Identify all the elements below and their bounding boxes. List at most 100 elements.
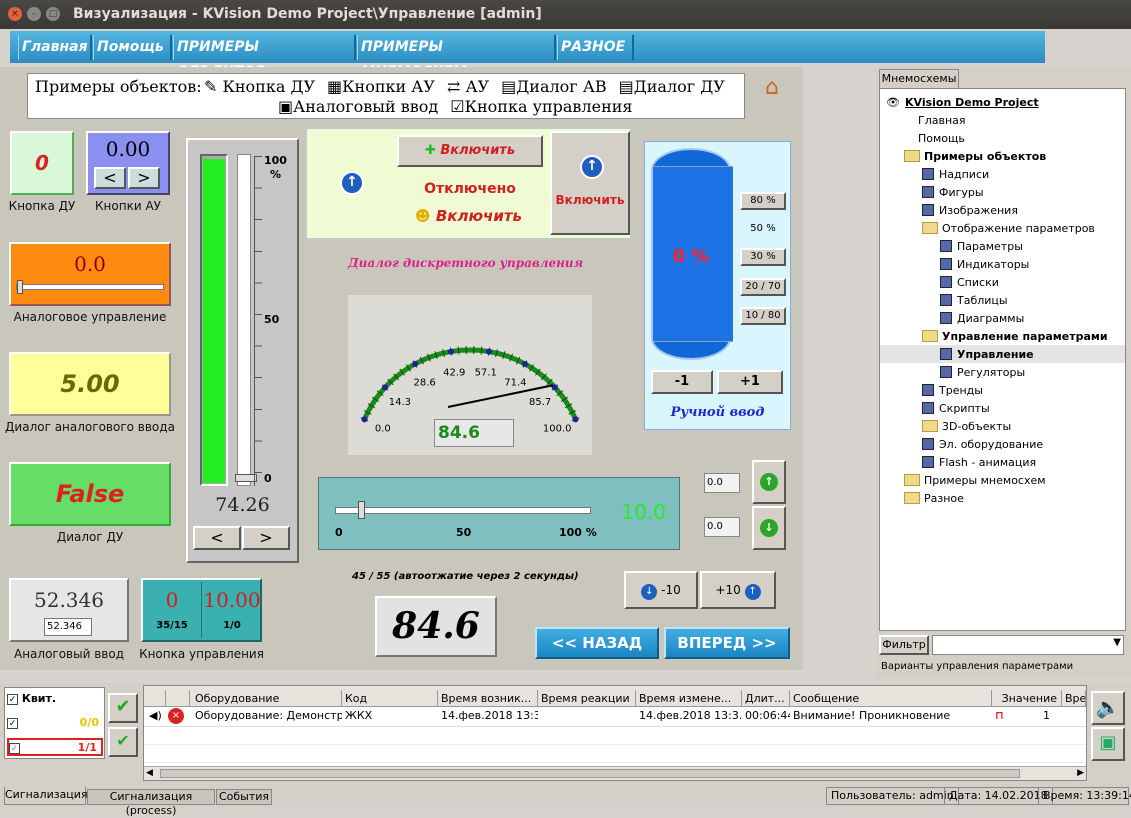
tree-item[interactable]: Изображения bbox=[922, 201, 1018, 219]
forward-button[interactable]: ВПЕРЕД >> bbox=[664, 627, 790, 659]
tree-item[interactable]: Управление параметрами bbox=[922, 327, 1108, 345]
tree-item[interactable]: Примеры объектов bbox=[904, 147, 1046, 165]
enable-right-button[interactable]: ↑ Включить bbox=[550, 131, 630, 235]
col-header[interactable]: Сообщение bbox=[790, 690, 992, 707]
tree-item[interactable]: 3D-объекты bbox=[922, 417, 1011, 435]
menu-item-help[interactable]: Помощь bbox=[93, 35, 172, 60]
preset-30-button[interactable]: 30 % bbox=[740, 248, 786, 266]
link-dialog-av[interactable]: ▤Диалог АВ bbox=[501, 77, 606, 96]
counter-row-2[interactable]: ✓1/1 bbox=[7, 738, 103, 756]
maximize-icon[interactable]: □ bbox=[46, 7, 60, 21]
smile-enable[interactable]: ☻ Включить bbox=[415, 207, 545, 225]
menu-item-object-examples[interactable]: ПРИМЕРЫ ОБЪЕКТОВ bbox=[173, 35, 356, 60]
menu-item-misc[interactable]: РАЗНОЕ bbox=[557, 35, 634, 60]
minimize-icon[interactable]: – bbox=[27, 7, 41, 21]
tree-item[interactable]: Разное bbox=[904, 489, 964, 507]
menu-item-scheme-examples[interactable]: ПРИМЕРЫ МНЕМОСХЕМ bbox=[357, 35, 556, 60]
tree-item[interactable]: Индикаторы bbox=[940, 255, 1029, 273]
stepper-bottom-field[interactable]: 0.0 bbox=[704, 517, 740, 537]
tree-item[interactable]: Параметры bbox=[940, 237, 1023, 255]
tree-item[interactable]: Скрипты bbox=[922, 399, 990, 417]
col-header[interactable]: Время измене... bbox=[636, 690, 742, 707]
tab-alarms[interactable]: Сигнализация bbox=[4, 787, 86, 805]
tree-item[interactable]: Помощь bbox=[904, 129, 965, 147]
col-header[interactable]: Код bbox=[342, 690, 438, 707]
back-button[interactable]: << НАЗАД bbox=[535, 627, 659, 659]
link-control-button[interactable]: ☑Кнопка управления bbox=[450, 97, 632, 116]
tree-item[interactable]: Диаграммы bbox=[940, 309, 1024, 327]
tree-item[interactable]: Регуляторы bbox=[940, 363, 1025, 381]
preset-80-button[interactable]: 80 % bbox=[740, 192, 786, 210]
tree-item[interactable]: Списки bbox=[940, 273, 999, 291]
filter-button[interactable]: Фильтр bbox=[879, 635, 929, 655]
vertical-increase-button[interactable]: > bbox=[242, 526, 290, 550]
stepper-top-field[interactable]: 0.0 bbox=[704, 473, 740, 493]
tree-item[interactable]: Примеры мнемосхем bbox=[904, 471, 1046, 489]
tank-plus-button[interactable]: +1 bbox=[717, 370, 783, 394]
col-header[interactable]: Оборудование bbox=[192, 690, 342, 707]
tree-item[interactable]: Надписи bbox=[922, 165, 989, 183]
link-au[interactable]: ⇄ АУ bbox=[447, 77, 489, 96]
analog-control-thumb[interactable] bbox=[17, 280, 23, 294]
preset-20-70-button[interactable]: 20 / 70 bbox=[740, 278, 786, 296]
enable-button[interactable]: ✚ Включить bbox=[397, 135, 543, 167]
tab-events[interactable]: События bbox=[216, 789, 272, 805]
scroll-thumb[interactable] bbox=[160, 769, 1020, 778]
slider-thumb[interactable] bbox=[358, 501, 365, 519]
analog-dialog-button[interactable]: 5.00 bbox=[9, 352, 171, 416]
link-knopka-du[interactable]: ✎ Кнопка ДУ bbox=[204, 77, 315, 96]
tree-item[interactable]: 👁KVision Demo Project bbox=[886, 93, 1039, 111]
filter-select[interactable]: ▼ bbox=[932, 635, 1124, 655]
link-dialog-du[interactable]: ▤Диалог ДУ bbox=[619, 77, 725, 96]
tree-item[interactable]: Управление bbox=[880, 345, 1125, 363]
stepper-down-button[interactable]: ↓ bbox=[752, 506, 786, 550]
dialog-du-button[interactable]: False bbox=[9, 462, 171, 526]
tab-alarms-process[interactable]: Сигнализация (process) bbox=[87, 789, 215, 805]
close-icon[interactable]: × bbox=[8, 7, 22, 21]
tab-mnemos[interactable]: Мнемосхемы bbox=[879, 69, 959, 89]
network-icon[interactable]: ▣ bbox=[1091, 727, 1125, 761]
checkbox-icon[interactable]: ✓ bbox=[7, 694, 18, 705]
scroll-right-icon[interactable]: ▶ bbox=[1077, 768, 1084, 778]
analog-input-field[interactable]: 52.346 bbox=[44, 618, 92, 636]
scroll-left-icon[interactable]: ◀ bbox=[146, 768, 153, 778]
tree-item[interactable]: Отображение параметров bbox=[922, 219, 1095, 237]
home-icon[interactable]: ⌂ bbox=[765, 75, 779, 100]
control-button-panel[interactable]: 0 10.00 35/15 1/0 bbox=[141, 578, 262, 642]
arrow-up-icon[interactable]: ↑ bbox=[340, 171, 364, 195]
preset-10-80-button[interactable]: 10 / 80 bbox=[740, 307, 786, 325]
tree-item[interactable]: Главная bbox=[904, 111, 966, 129]
col-header[interactable]: Время возник... bbox=[438, 690, 538, 707]
counter-row-1[interactable]: ✓0/0 bbox=[7, 714, 103, 732]
tree-item[interactable]: Flash - анимация bbox=[922, 453, 1036, 471]
tree-item[interactable]: Таблицы bbox=[940, 291, 1008, 309]
tree-item[interactable]: Тренды bbox=[922, 381, 983, 399]
tank-minus-button[interactable]: -1 bbox=[651, 370, 713, 394]
col-header[interactable]: Длит... bbox=[742, 690, 790, 707]
link-knopki-au[interactable]: ▦Кнопки АУ bbox=[327, 77, 435, 96]
checkbox-icon[interactable]: ✓ bbox=[9, 743, 20, 754]
acknowledge-all-icon[interactable]: ✔ bbox=[108, 727, 138, 757]
analog-control-track[interactable] bbox=[16, 284, 164, 290]
plus-10-button[interactable]: +10 ↑ bbox=[700, 571, 776, 609]
table-row[interactable]: ◀) × Оборудование: Демонстр... ЖКХ 14.фе… bbox=[144, 707, 1086, 727]
tree-item[interactable]: Фигуры bbox=[922, 183, 984, 201]
au-increase-button[interactable]: > bbox=[128, 167, 160, 189]
vertical-slider-track[interactable] bbox=[237, 154, 251, 486]
col-header[interactable]: Значение bbox=[992, 690, 1062, 707]
vertical-decrease-button[interactable]: < bbox=[193, 526, 241, 550]
au-decrease-button[interactable]: < bbox=[94, 167, 126, 189]
tree-item[interactable]: Эл. оборудование bbox=[922, 435, 1043, 453]
menu-item-main[interactable]: Главная bbox=[18, 35, 92, 60]
stepper-up-button[interactable]: ↑ bbox=[752, 460, 786, 504]
sound-icon[interactable]: 🔈 bbox=[1091, 691, 1125, 725]
col-header[interactable]: Время реакции bbox=[538, 690, 636, 707]
horizontal-scrollbar[interactable]: ◀ ▶ bbox=[144, 766, 1086, 780]
slider-track[interactable] bbox=[335, 507, 591, 514]
link-analog-input[interactable]: ▣Аналоговый ввод bbox=[278, 97, 438, 116]
kvit-row[interactable]: ✓ Квит. bbox=[7, 690, 103, 708]
acknowledge-icon[interactable]: ✔ bbox=[108, 693, 138, 723]
checkbox-icon[interactable]: ✓ bbox=[7, 718, 18, 729]
knopka-du-button[interactable]: 0 bbox=[10, 131, 74, 195]
col-header[interactable]: Вре bbox=[1062, 690, 1086, 707]
